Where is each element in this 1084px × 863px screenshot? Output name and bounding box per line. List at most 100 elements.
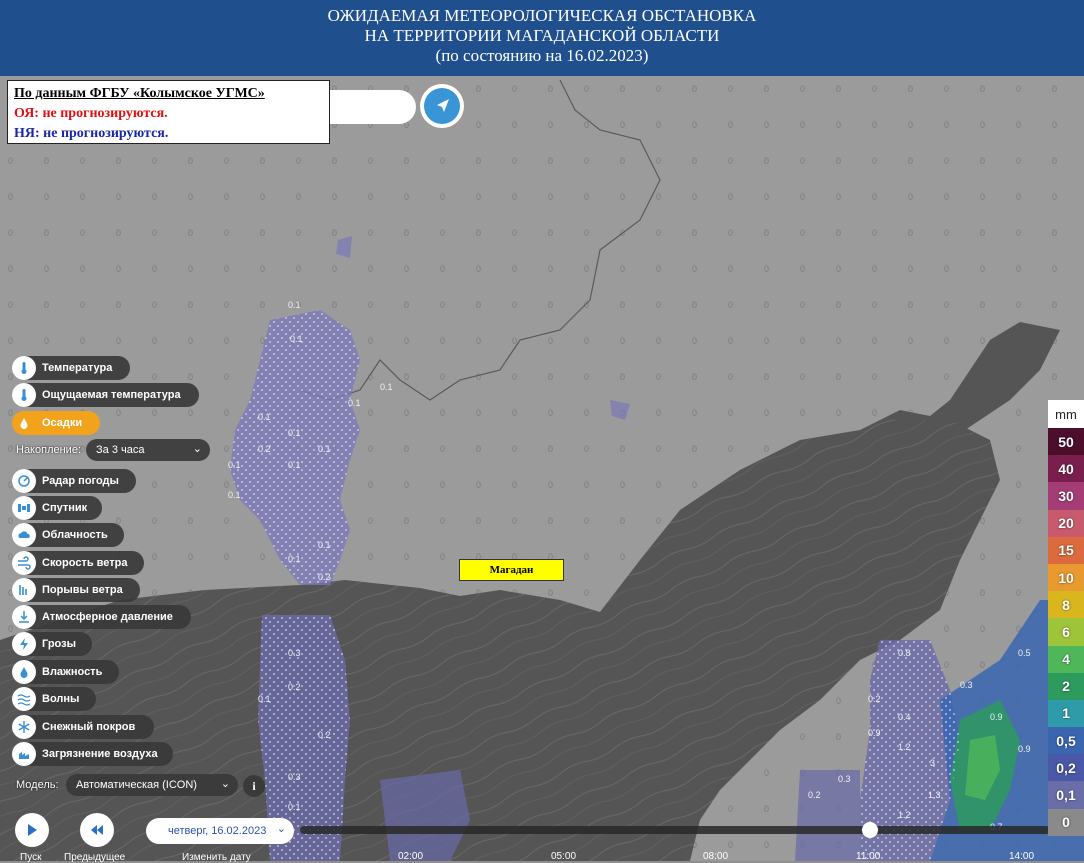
header-date-line: (по состоянию на 16.02.2023): [435, 46, 649, 65]
cloud-icon: [12, 523, 36, 547]
play-label: Пуск: [20, 852, 42, 863]
legend-item: 50: [1048, 428, 1084, 456]
play-button[interactable]: [15, 813, 49, 847]
layer-cloudiness[interactable]: Облачность: [12, 523, 124, 547]
header-title-line1: ОЖИДАЕМАЯ МЕТЕОРОЛОГИЧЕСКАЯ ОБСТАНОВКА: [327, 6, 757, 25]
humidity-icon: [12, 660, 36, 684]
previous-label: Предыдущее: [64, 852, 126, 863]
svg-text:0.8: 0.8: [898, 648, 911, 658]
layer-wind-gusts[interactable]: Порывы ветра: [12, 578, 140, 602]
svg-text:0.1: 0.1: [318, 540, 331, 550]
svg-text:0.5: 0.5: [1018, 648, 1031, 658]
location-search-input[interactable]: [318, 90, 416, 124]
layer-radar[interactable]: Радар погоды: [12, 469, 136, 493]
svg-text:0.2: 0.2: [288, 682, 301, 692]
layer-precipitation[interactable]: Осадки: [12, 411, 100, 435]
layer-temperature[interactable]: Температура: [12, 356, 130, 380]
legend-item: 1: [1048, 699, 1084, 728]
legend-item: 0,1: [1048, 781, 1084, 809]
svg-text:1.2: 1.2: [898, 742, 911, 752]
model-label: Модель:: [16, 779, 59, 791]
change-date-label: Изменить дату: [182, 852, 251, 863]
legend-item: 20: [1048, 509, 1084, 537]
city-label-magadan[interactable]: Магадан: [459, 559, 564, 581]
legend-item: 0,5: [1048, 727, 1084, 755]
legend-item: 0: [1048, 808, 1084, 836]
layer-air-pollution[interactable]: Загрязнение воздуха: [12, 742, 173, 766]
info-icon: i: [252, 778, 256, 793]
info-source: По данным ФГБУ «Колымское УГМС»: [14, 86, 265, 101]
locate-button[interactable]: [420, 84, 464, 128]
svg-text:3: 3: [930, 758, 935, 768]
svg-text:0.1: 0.1: [348, 398, 361, 408]
layer-waves[interactable]: Волны: [12, 687, 96, 711]
svg-text:0.1: 0.1: [228, 490, 241, 500]
accumulation-select[interactable]: За 3 часа ⌄: [86, 439, 210, 461]
legend-item: 40: [1048, 455, 1084, 483]
chevron-down-icon: ⌄: [220, 778, 230, 790]
precipitation-legend: mm 50 40 30 20 15 10 8 6 4 2 1 0,5 0,2 0…: [1048, 400, 1084, 836]
layer-pressure[interactable]: Атмосферное давление: [12, 605, 191, 629]
layer-wind-speed[interactable]: Скорость ветра: [12, 551, 144, 575]
legend-item: 2: [1048, 672, 1084, 700]
timeline-tick: 05:00: [551, 851, 577, 862]
feels-like-icon: [12, 383, 36, 407]
gust-icon: [12, 578, 36, 602]
svg-text:0.3: 0.3: [960, 680, 973, 690]
legend-item: 4: [1048, 645, 1084, 673]
timeline-track[interactable]: [300, 826, 1050, 834]
svg-text:0.3: 0.3: [288, 648, 301, 658]
previous-button[interactable]: [80, 813, 114, 847]
satellite-icon: [12, 496, 36, 520]
info-dangerous-phenomena: ОЯ: не прогнозируются.: [14, 106, 168, 121]
droplet-icon: [12, 411, 36, 435]
layer-thunderstorms[interactable]: Грозы: [12, 632, 92, 656]
svg-text:0.4: 0.4: [898, 712, 911, 722]
layer-feels-like[interactable]: Ощущаемая температура: [12, 383, 199, 407]
legend-item: 0,2: [1048, 754, 1084, 782]
model-select[interactable]: Автоматическая (ICON) ⌄: [66, 774, 238, 796]
svg-text:1.2: 1.2: [898, 810, 911, 820]
svg-text:0.2: 0.2: [868, 694, 881, 704]
legend-item: 15: [1048, 536, 1084, 564]
svg-text:0.2: 0.2: [318, 572, 331, 582]
svg-text:0.1: 0.1: [288, 460, 301, 470]
header-title-line2: НА ТЕРРИТОРИИ МАГАДАНСКОЙ ОБЛАСТИ: [364, 26, 720, 45]
svg-text:0.1: 0.1: [288, 802, 301, 812]
svg-text:0.1: 0.1: [318, 444, 331, 454]
svg-text:0.1: 0.1: [258, 412, 271, 422]
thermometer-icon: [12, 356, 36, 380]
svg-text:1.3: 1.3: [928, 790, 941, 800]
legend-unit: mm: [1048, 400, 1084, 428]
model-info-button[interactable]: i: [243, 775, 265, 797]
info-adverse-phenomena: НЯ: не прогнозируются.: [14, 126, 169, 141]
layer-satellite[interactable]: Спутник: [12, 496, 102, 520]
legend-item: 6: [1048, 618, 1084, 646]
svg-text:0.1: 0.1: [288, 300, 301, 310]
navigation-arrow-icon: [437, 99, 449, 112]
svg-text:0.9: 0.9: [1018, 744, 1031, 754]
forecast-info-box: По данным ФГБУ «Колымское УГМС» ОЯ: не п…: [7, 80, 330, 144]
layer-humidity[interactable]: Влажность: [12, 660, 119, 684]
chevron-down-icon: ⌄: [276, 823, 286, 835]
timeline-slider-handle[interactable]: [862, 822, 878, 838]
svg-text:0.1: 0.1: [288, 428, 301, 438]
svg-text:0.9: 0.9: [990, 712, 1003, 722]
date-picker[interactable]: четверг, 16.02.2023 ⌄: [146, 818, 294, 844]
svg-text:0.1: 0.1: [258, 694, 271, 704]
pressure-icon: [12, 605, 36, 629]
svg-text:0.1: 0.1: [288, 554, 301, 564]
svg-text:0.3: 0.3: [838, 774, 851, 784]
lightning-icon: [12, 632, 36, 656]
timeline-tick: 11:00: [856, 851, 881, 862]
svg-text:0.3: 0.3: [288, 772, 301, 782]
layer-snow-cover[interactable]: Снежный покров: [12, 715, 154, 739]
svg-text:0.1: 0.1: [228, 460, 241, 470]
radar-icon: [12, 469, 36, 493]
legend-item: 10: [1048, 563, 1084, 592]
snowflake-icon: [12, 715, 36, 739]
timeline-tick: 02:00: [398, 851, 424, 862]
timeline-tick: 14:00: [1009, 851, 1035, 862]
play-icon: [28, 824, 37, 836]
svg-text:0.1: 0.1: [290, 334, 303, 344]
